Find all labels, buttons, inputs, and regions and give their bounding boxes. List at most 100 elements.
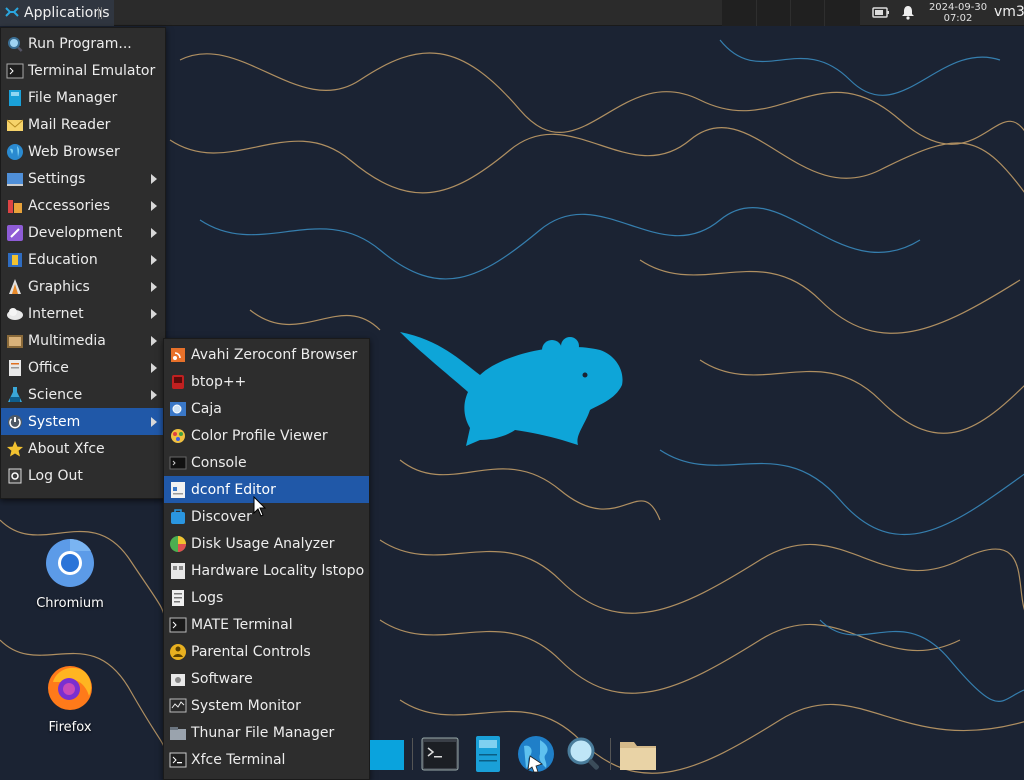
menu-item-log-out[interactable]: Log Out [1, 462, 165, 489]
menu-item-multimedia[interactable]: Multimedia [1, 327, 165, 354]
office-icon [9, 359, 21, 376]
settings-icon [7, 172, 23, 186]
menu-item-label: Multimedia [28, 332, 106, 349]
menu-item-label: Education [28, 251, 98, 268]
menu-item-graphics[interactable]: Graphics [1, 273, 165, 300]
color-profile-icon [171, 428, 185, 443]
web-browser-icon [518, 736, 554, 773]
menu-item-label: Accessories [28, 197, 111, 214]
menu-item-development[interactable]: Development [1, 219, 165, 246]
menu-item-label: System [28, 413, 81, 430]
submenu-arrow-icon [151, 255, 157, 265]
desktop-icon-chromium[interactable]: Chromium [30, 538, 110, 611]
dock-show-desktop[interactable] [368, 734, 408, 774]
run-icon [8, 36, 23, 52]
menu-item-label: Settings [28, 170, 86, 187]
dock-folder[interactable] [618, 734, 658, 774]
applications-label: Applications [24, 5, 110, 21]
clock-time: 07:02 [943, 13, 973, 24]
menu-item-parental-controls[interactable]: Parental Controls [164, 638, 369, 665]
show-desktop-icon [370, 740, 404, 770]
menu-item-mail-reader[interactable]: Mail Reader [1, 111, 165, 138]
menu-item-label: Disk Usage Analyzer [191, 535, 335, 552]
menu-item-education[interactable]: Education [1, 246, 165, 273]
btop-icon [172, 374, 184, 389]
menu-item-settings[interactable]: Settings [1, 165, 165, 192]
graphics-icon [9, 278, 21, 294]
menu-item-logs[interactable]: Logs [164, 584, 369, 611]
mate-terminal-icon [169, 617, 187, 632]
workspace-switcher[interactable] [722, 0, 860, 26]
folder-icon [620, 742, 656, 770]
disk-usage-icon [170, 535, 186, 552]
submenu-arrow-icon [151, 282, 157, 292]
menu-item-label: Console [191, 454, 247, 471]
menu-item-accessories[interactable]: Accessories [1, 192, 165, 219]
menu-item-label: Hardware Locality lstopo [191, 562, 365, 579]
menu-item-avahi-zeroconf-browser[interactable]: Avahi Zeroconf Browser [164, 341, 369, 368]
app-finder-icon [567, 737, 599, 770]
menu-item-system-monitor[interactable]: System Monitor [164, 692, 369, 719]
dock-app-finder[interactable] [564, 734, 604, 774]
menu-item-label: Software [191, 670, 253, 687]
menu-item-system[interactable]: System [1, 408, 165, 435]
menu-item-office[interactable]: Office [1, 354, 165, 381]
menu-item-hardware-locality-lstopo[interactable]: Hardware Locality lstopo [164, 557, 369, 584]
menu-item-xfce-terminal[interactable]: Xfce Terminal [164, 746, 369, 773]
menu-item-console[interactable]: Console [164, 449, 369, 476]
clock[interactable]: 2024-09-30 07:02 [926, 2, 990, 24]
chromium-icon [46, 538, 94, 587]
menu-item-label: Caja [191, 400, 222, 417]
desktop-icon-firefox[interactable]: Firefox [30, 662, 110, 735]
menu-item-web-browser[interactable]: Web Browser [1, 138, 165, 165]
user-name[interactable]: vm3 [994, 4, 1024, 20]
menu-item-label: Xfce Terminal [191, 751, 286, 768]
submenu-arrow-icon [151, 174, 157, 184]
menu-item-label: Color Profile Viewer [191, 427, 328, 444]
internet-icon [7, 307, 23, 320]
system-submenu: Avahi Zeroconf Browser btop++ Caja Color Pr… [163, 338, 370, 780]
menu-item-btop[interactable]: btop++ [164, 368, 369, 395]
battery-icon[interactable] [872, 5, 890, 19]
submenu-arrow-icon [151, 201, 157, 211]
menu-item-label: Thunar File Manager [191, 724, 335, 741]
discover-icon [171, 508, 185, 524]
dock-file-manager[interactable] [468, 734, 508, 774]
applications-menu-button[interactable]: Applications [0, 0, 114, 26]
system-icon [8, 414, 22, 429]
menu-item-file-manager[interactable]: File Manager [1, 84, 165, 111]
menu-item-label: MATE Terminal [191, 616, 293, 633]
menu-item-color-profile-viewer[interactable]: Color Profile Viewer [164, 422, 369, 449]
file-manager-icon [9, 89, 21, 106]
web-browser-icon [7, 143, 23, 160]
system-monitor-icon [169, 698, 187, 712]
clock-date: 2024-09-30 [928, 2, 988, 13]
top-panel: Applications 2024-09-30 07:02 vm3 [0, 0, 1024, 26]
menu-item-run-program[interactable]: Run Program... [1, 30, 165, 57]
notification-bell-icon[interactable] [900, 4, 916, 20]
dock-terminal[interactable] [420, 734, 460, 774]
avahi-icon [171, 347, 185, 362]
menu-item-about-xfce[interactable]: About Xfce [1, 435, 165, 462]
menu-item-label: Terminal Emulator [28, 62, 156, 79]
chromium-label: Chromium [36, 596, 104, 611]
panel-handle-icon[interactable] [98, 6, 104, 20]
menu-item-internet[interactable]: Internet [1, 300, 165, 327]
menu-item-terminal-emulator[interactable]: Terminal Emulator [1, 57, 165, 84]
menu-item-label: Science [28, 386, 83, 403]
menu-item-caja[interactable]: Caja [164, 395, 369, 422]
dconf-icon [171, 481, 185, 498]
terminal-icon [6, 63, 24, 78]
menu-item-software[interactable]: Software [164, 665, 369, 692]
console-icon [169, 456, 187, 469]
menu-item-mate-terminal[interactable]: MATE Terminal [164, 611, 369, 638]
applications-menu: Run Program... Terminal Emulator File Mana… [0, 27, 166, 499]
submenu-arrow-icon [151, 228, 157, 238]
menu-item-thunar-file-manager[interactable]: Thunar File Manager [164, 719, 369, 746]
dock-web-browser[interactable] [516, 734, 556, 774]
menu-item-disk-usage-analyzer[interactable]: Disk Usage Analyzer [164, 530, 369, 557]
xfce-logo-icon [5, 7, 19, 17]
menu-item-label: btop++ [191, 373, 247, 390]
menu-item-science[interactable]: Science [1, 381, 165, 408]
caja-icon [170, 401, 186, 416]
